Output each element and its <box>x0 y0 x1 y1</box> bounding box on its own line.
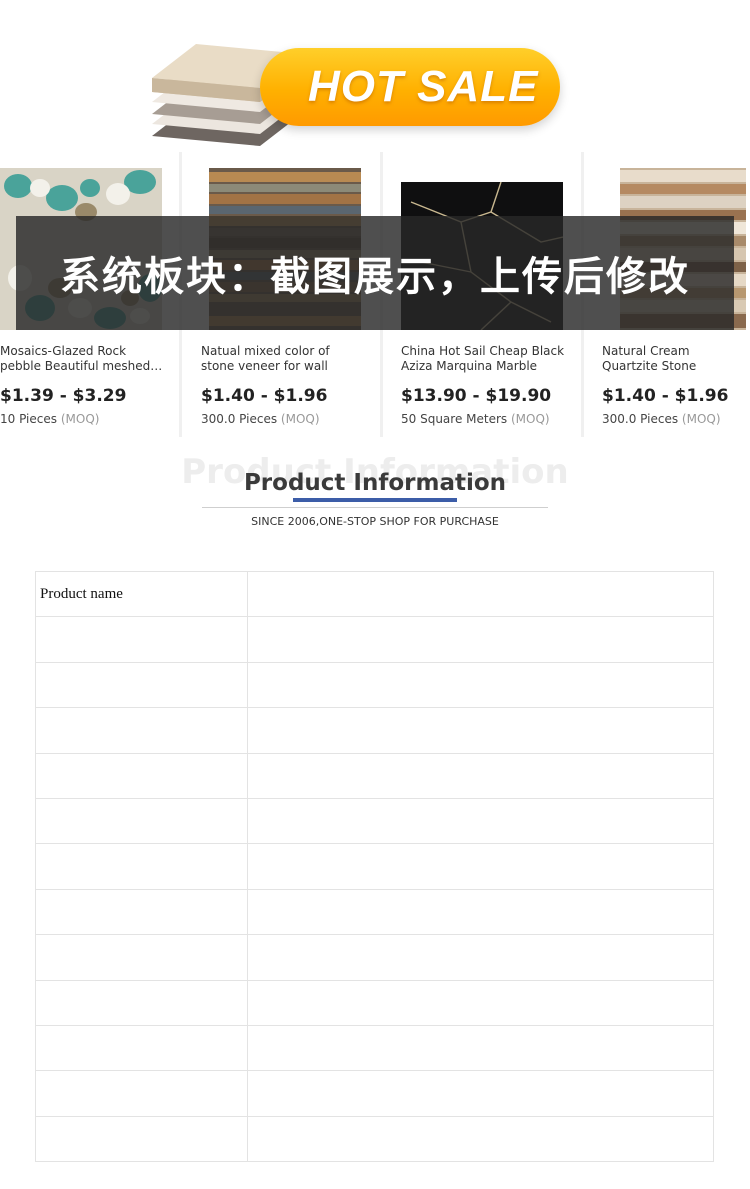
product-moq: 300.0 Pieces (MOQ) <box>602 412 721 426</box>
spec-row <box>35 888 714 936</box>
product-title[interactable]: Natual mixed color of stone veneer for w… <box>201 344 365 374</box>
spec-key <box>35 934 248 981</box>
spec-value <box>247 797 714 845</box>
spec-key <box>35 707 248 754</box>
moq-quantity: 300.0 Pieces <box>602 412 679 426</box>
spec-row <box>35 843 714 890</box>
spec-value <box>247 661 714 709</box>
product-price: $1.40 - $1.96 <box>201 386 328 406</box>
overlay-text: 系统板块：截图展示，上传后修改 <box>60 254 690 300</box>
spec-value <box>247 843 714 890</box>
spec-row <box>35 616 714 663</box>
product-price: $13.90 - $19.90 <box>401 386 552 406</box>
section-title: Product Information <box>243 470 507 496</box>
moq-tag: (MOQ) <box>510 412 550 426</box>
spec-value <box>247 570 714 618</box>
spec-key: Product name <box>35 570 248 618</box>
product-title[interactable]: China Hot Sail Cheap Black Aziza Marquin… <box>401 344 565 374</box>
spec-key <box>35 661 248 709</box>
spec-row <box>35 1024 714 1072</box>
system-module-overlay: 系统板块：截图展示，上传后修改 <box>16 216 734 330</box>
moq-quantity: 10 Pieces <box>0 412 58 426</box>
spec-key <box>35 1024 248 1072</box>
spec-row <box>35 752 714 799</box>
spec-row <box>35 934 714 981</box>
section-divider <box>202 507 548 508</box>
spec-row: Product name <box>35 570 714 618</box>
spec-row <box>35 661 714 709</box>
spec-value <box>247 1024 714 1072</box>
product-price: $1.40 - $1.96 <box>602 386 729 406</box>
moq-tag: (MOQ) <box>681 412 721 426</box>
product-price: $1.39 - $3.29 <box>0 386 127 406</box>
moq-quantity: 50 Square Meters <box>401 412 508 426</box>
spec-value <box>247 934 714 981</box>
spec-row <box>35 707 714 754</box>
spec-key <box>35 888 248 936</box>
spec-value <box>247 1070 714 1117</box>
spec-key <box>35 752 248 799</box>
spec-value <box>247 979 714 1026</box>
product-moq: 10 Pieces (MOQ) <box>0 412 99 426</box>
hot-sale-text: HOT SALE <box>308 62 539 111</box>
spec-key <box>35 843 248 890</box>
hot-sale-banner: HOT SALE <box>148 28 568 148</box>
moq-tag: (MOQ) <box>60 412 100 426</box>
product-moq: 50 Square Meters (MOQ) <box>401 412 550 426</box>
spec-value <box>247 707 714 754</box>
product-title[interactable]: Mosaics-Glazed Rock pebble Beautiful mes… <box>0 344 164 374</box>
spec-value <box>247 1115 714 1163</box>
spec-key <box>35 1115 248 1163</box>
spec-value <box>247 888 714 936</box>
product-spec-table: Product name <box>35 570 714 1163</box>
spec-row <box>35 979 714 1026</box>
spec-key <box>35 979 248 1026</box>
spec-key <box>35 1070 248 1117</box>
moq-quantity: 300.0 Pieces <box>201 412 278 426</box>
spec-value <box>247 616 714 663</box>
spec-key <box>35 616 248 663</box>
product-moq: 300.0 Pieces (MOQ) <box>201 412 320 426</box>
spec-value <box>247 752 714 799</box>
spec-row <box>35 797 714 845</box>
section-title-underline <box>293 498 457 502</box>
section-subtitle: SINCE 2006,ONE-STOP SHOP FOR PURCHASE <box>251 515 499 528</box>
spec-key <box>35 797 248 845</box>
moq-tag: (MOQ) <box>280 412 320 426</box>
spec-row <box>35 1070 714 1117</box>
spec-row <box>35 1115 714 1163</box>
product-title[interactable]: Natural Cream Quartzite Stone Decoration… <box>602 344 744 374</box>
